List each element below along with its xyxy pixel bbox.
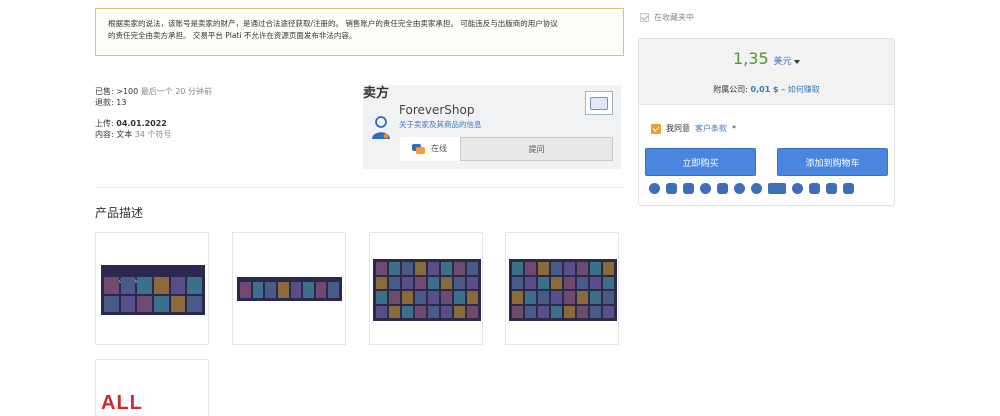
currency-select[interactable]: 美元 (774, 54, 800, 67)
sold-label: 已售: (95, 87, 114, 96)
ask-question-button[interactable]: 提问 (460, 137, 613, 161)
price-value: 1,35 (733, 49, 769, 68)
seller-info-link[interactable]: 关于卖家及其商品的信息 (399, 119, 482, 130)
affiliate-info: 附属公司: 0,01 $ – 如何赚取 (639, 84, 894, 95)
tether-icon (826, 183, 837, 194)
caret-down-icon[interactable] (793, 60, 800, 64)
seller-contact-tabs: 在线 提问 (400, 137, 613, 161)
image-5-all-text: ALL (101, 392, 143, 414)
terms-required-mark: * (732, 124, 736, 133)
price: 1,35 美元 (733, 49, 800, 68)
description-image-5[interactable]: ALL (95, 359, 209, 416)
content-label: 内容: (95, 130, 114, 139)
description-image-4[interactable] (505, 232, 619, 345)
seller-disclaimer-notice: 根据卖家的说法，该账号是卖家的财产，是通过合法途径获取/注册的。 销售账户的责任… (95, 8, 624, 56)
transfer-icon (809, 183, 820, 194)
sold-value: >100 (116, 87, 139, 96)
bank-icon (683, 183, 694, 194)
add-to-cart-button[interactable]: 添加到购物车 (777, 148, 888, 176)
agree-label: 我同意 (666, 124, 690, 133)
description-image-2[interactable] (232, 232, 346, 345)
content-type: 文本 (116, 130, 133, 139)
terms-agreement[interactable]: 我同意 客户条款 * (651, 123, 736, 134)
description-image-1-preview: Steam Keys with Prices (101, 265, 205, 315)
notice-line-2: 的责任完全由卖方承担。 交易平台 Plati 不允许在资源页面发布非法内容。 (108, 31, 357, 40)
product-stats: 已售: >100 最后一个 20 分钟前 退款: 13 上传: 04.01.20… (95, 86, 212, 140)
favorites-toggle[interactable]: 在收藏夹中 (640, 12, 694, 23)
section-divider (95, 187, 624, 188)
online-status: 在线 (412, 143, 447, 154)
product-description-title: 产品描述 (95, 206, 144, 220)
affiliate-label: 附属公司: (713, 85, 748, 94)
refunds-label: 退款: (95, 98, 114, 107)
crypto-icon (734, 183, 745, 194)
image-1-banner: Steam Keys with Prices (104, 268, 202, 284)
refunds-value: 13 (116, 98, 127, 107)
phone-icon (717, 183, 728, 194)
seller-avatar-icon (372, 116, 390, 139)
description-image-1[interactable]: Steam Keys with Prices (95, 232, 209, 345)
favorites-checkbox-icon[interactable] (640, 13, 649, 22)
affiliate-value: 0,01 $ (750, 85, 779, 94)
seller-name[interactable]: ForeverShop (399, 103, 474, 117)
card-icon (649, 183, 660, 194)
content-size: 34 个符号 (134, 130, 172, 139)
paypal-icon (843, 183, 854, 194)
description-image-4-preview (509, 259, 617, 321)
terms-link[interactable]: 客户条款 (695, 123, 727, 134)
description-image-3-preview (373, 259, 481, 321)
sbp-icon (751, 183, 762, 194)
purchase-panel: 1,35 美元 附属公司: 0,01 $ – 如何赚取 我同意 客户条款 * 立即… (638, 38, 895, 206)
notice-line-1: 根据卖家的说法，该账号是卖家的财产，是通过合法途径获取/注册的。 销售账户的责任… (108, 19, 558, 28)
seller-card: ForeverShop 关于卖家及其商品的信息 在线 提问 (363, 85, 621, 169)
wallet-icon (666, 183, 677, 194)
seller-section-title: 卖方 (363, 86, 390, 101)
payment-methods (649, 183, 854, 194)
uploaded-label: 上传: (95, 119, 114, 128)
webmoney-icon (768, 183, 786, 194)
affiliate-how-link[interactable]: 如何赚取 (788, 85, 820, 94)
online-label: 在线 (431, 144, 447, 153)
qiwi-icon (700, 183, 711, 194)
chat-icon (412, 143, 425, 154)
seller-certificate-icon[interactable] (585, 91, 613, 115)
currency-label: 美元 (773, 57, 792, 67)
sold-last: 最后一个 20 分钟前 (140, 87, 213, 96)
buy-now-button[interactable]: 立即购买 (645, 148, 756, 176)
description-image-3[interactable] (369, 232, 483, 345)
favorites-label: 在收藏夹中 (654, 13, 694, 22)
affiliate-separator: – (781, 85, 786, 94)
agree-checkbox[interactable] (651, 123, 661, 134)
bitcoin-icon (792, 183, 803, 194)
uploaded-value: 04.01.2022 (116, 119, 167, 128)
price-area: 1,35 美元 附属公司: 0,01 $ – 如何赚取 (639, 39, 894, 105)
description-image-2-preview (237, 277, 342, 301)
